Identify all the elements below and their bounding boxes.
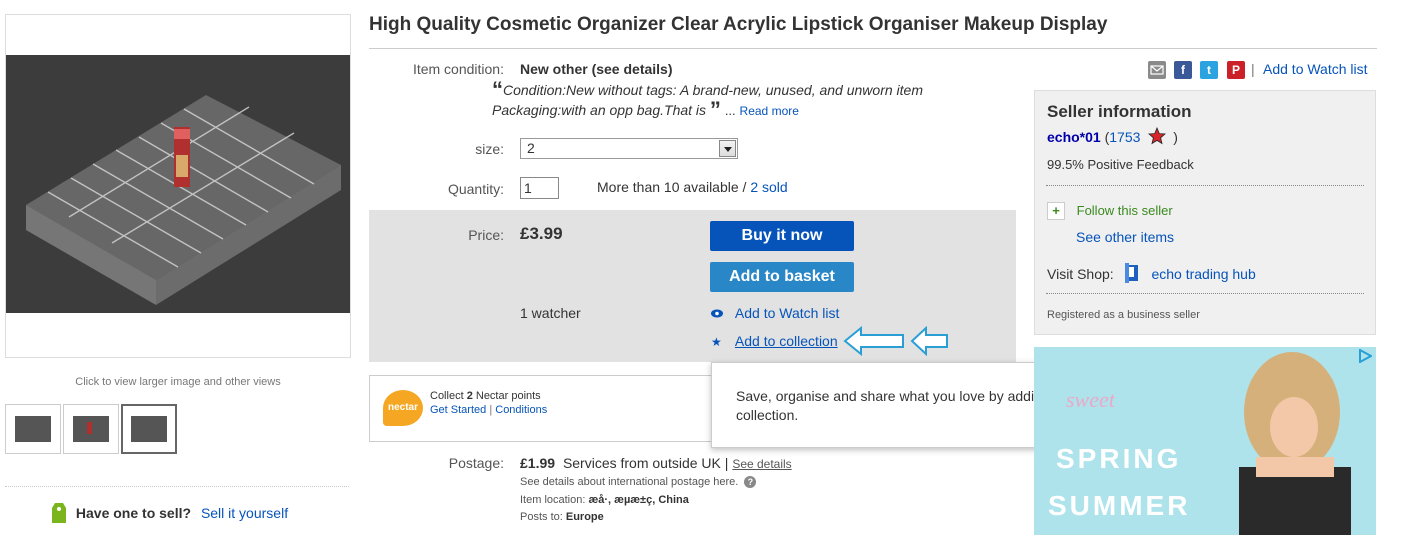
main-product-image[interactable] — [5, 14, 351, 358]
visit-shop-row: Visit Shop: echo trading hub — [1047, 263, 1256, 286]
visit-shop-label: Visit Shop: — [1047, 266, 1114, 282]
separator: | — [489, 404, 493, 416]
annotation-arrow-icon — [843, 325, 905, 359]
facebook-icon[interactable]: f — [1174, 61, 1192, 79]
location-value: æå·, æµæ±ç, China — [588, 494, 689, 506]
size-label: size: — [475, 141, 504, 157]
add-to-collection-link[interactable]: Add to collection — [735, 333, 838, 349]
open-quote-icon: “ — [492, 77, 503, 102]
annotation-arrow-icon — [910, 325, 950, 359]
chevron-down-icon[interactable] — [719, 140, 736, 157]
email-icon[interactable] — [1148, 61, 1166, 79]
feedback-star-icon — [1148, 126, 1167, 148]
follow-seller[interactable]: + Follow this seller — [1047, 202, 1173, 220]
nectar-logo-icon: nectar — [383, 390, 423, 426]
posts-to-label: Posts to: — [520, 511, 563, 523]
condition-label: Item condition: — [412, 61, 504, 77]
divider — [5, 486, 349, 487]
condition-line-1: Condition:New without tags: A brand-new,… — [503, 82, 923, 98]
svg-text:sweet: sweet — [1066, 387, 1116, 412]
availability: More than 10 available / 2 sold — [597, 179, 788, 195]
thumbnail-2[interactable] — [63, 404, 119, 454]
get-started-link[interactable]: Get Started — [430, 404, 486, 416]
eye-icon — [711, 307, 727, 321]
twitter-icon[interactable]: t — [1200, 61, 1218, 79]
buy-it-now-button[interactable]: Buy it now — [710, 221, 854, 251]
nectar-links: Get Started | Conditions — [430, 404, 547, 416]
star-icon: ★ — [711, 335, 722, 349]
intl-postage-note: See details about international postage … — [520, 476, 757, 488]
posts-to: Posts to: Europe — [520, 511, 604, 523]
plus-icon: + — [1047, 202, 1065, 220]
ellipsis: ... — [724, 103, 736, 118]
separator: | — [1251, 61, 1255, 77]
availability-text: More than 10 available / — [597, 179, 747, 195]
postage-price: £1.99 — [520, 455, 556, 471]
condition-value: New other (see details) — [520, 61, 673, 77]
gallery-hint: Click to view larger image and other vie… — [75, 376, 281, 388]
add-to-watch-list-link[interactable]: Add to Watch list — [735, 305, 840, 321]
follow-seller-link[interactable]: Follow this seller — [1077, 203, 1173, 218]
help-icon[interactable]: ? — [744, 476, 757, 488]
see-other-items-link[interactable]: See other items — [1076, 229, 1174, 245]
ad-line-1: SPRING — [1056, 443, 1182, 474]
sell-section: Have one to sell? Sell it yourself — [52, 503, 288, 523]
nectar-prefix: Collect — [430, 390, 464, 402]
item-location: Item location: æå·, æµæ±ç, China — [520, 494, 689, 506]
see-details-link[interactable]: See details — [732, 457, 791, 471]
adchoices-icon[interactable] — [1358, 348, 1374, 364]
product-photo[interactable] — [6, 55, 350, 313]
condition-description: “Condition:New without tags: A brand-new… — [492, 77, 962, 122]
shop-name-link[interactable]: echo trading hub — [1151, 266, 1255, 282]
advertisement[interactable]: sweet SPRING SUMMER — [1034, 347, 1376, 535]
nectar-points: 2 — [466, 390, 473, 402]
quantity-label: Quantity: — [447, 181, 504, 197]
divider — [1046, 185, 1364, 186]
add-to-basket-button[interactable]: Add to basket — [710, 262, 854, 292]
sell-it-yourself-link[interactable]: Sell it yourself — [201, 505, 288, 521]
paren: ) — [1173, 129, 1178, 145]
price-value: £3.99 — [520, 224, 563, 243]
thumbnail-3[interactable] — [121, 404, 177, 454]
pinterest-icon[interactable]: P — [1227, 61, 1245, 79]
seller-heading: Seller information — [1047, 102, 1192, 121]
feedback-score-link[interactable]: 1753 — [1109, 129, 1140, 145]
seller-identity: echo*01 (1753 ) — [1047, 126, 1178, 148]
page-title: High Quality Cosmetic Organizer Clear Ac… — [369, 14, 1108, 35]
posts-to-value: Europe — [565, 511, 604, 523]
ad-line-2: SUMMER — [1048, 490, 1191, 521]
watcher-count: 1 watcher — [520, 305, 581, 321]
postage-label: Postage: — [448, 455, 504, 471]
location-label: Item location: — [520, 494, 586, 506]
seller-name-link[interactable]: echo*01 — [1047, 129, 1101, 145]
nectar-points-text: Collect 2 Nectar points — [430, 390, 541, 402]
condition-line-2: Packaging:with an opp bag.That is — [492, 102, 707, 118]
add-to-collection-action[interactable]: ★ Add to collection — [711, 333, 838, 349]
postage-line: £1.99 Services from outside UK | See det… — [520, 455, 792, 471]
price-tag-icon — [52, 503, 66, 523]
sell-prompt: Have one to sell? — [75, 505, 192, 521]
size-select[interactable]: 2 — [520, 138, 738, 159]
add-to-watch-list-top-link[interactable]: Add to Watch list — [1263, 61, 1368, 77]
positive-feedback: 99.5% Positive Feedback — [1047, 157, 1194, 172]
close-quote-icon: ” — [709, 97, 721, 122]
price-label: Price: — [468, 227, 504, 243]
conditions-link[interactable]: Conditions — [495, 404, 547, 416]
postage-service: Services from outside UK | — [562, 455, 729, 471]
quantity-input[interactable]: 1 — [520, 177, 559, 199]
registered-business: Registered as a business seller — [1047, 309, 1200, 321]
read-more-link[interactable]: Read more — [740, 104, 799, 118]
divider — [1046, 293, 1364, 294]
intl-note-text: See details about international postage … — [520, 476, 739, 488]
shop-icon — [1124, 263, 1140, 286]
thumbnail-1[interactable] — [5, 404, 61, 454]
size-selected-value: 2 — [527, 140, 535, 156]
sold-link[interactable]: 2 sold — [750, 179, 787, 195]
nectar-panel: nectar Collect 2 Nectar points Get Start… — [369, 375, 719, 442]
divider — [369, 48, 1377, 49]
nectar-suffix: Nectar points — [475, 390, 541, 402]
add-to-watch-list-action[interactable]: Add to Watch list — [711, 305, 839, 321]
